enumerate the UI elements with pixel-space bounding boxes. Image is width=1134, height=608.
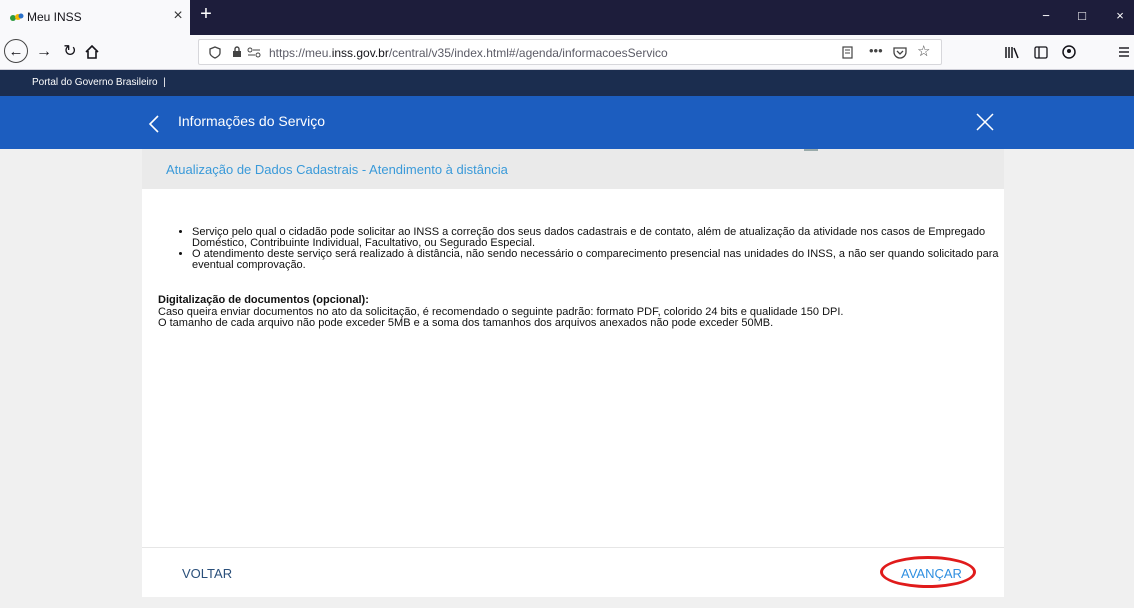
voltar-button[interactable]: VOLTAR	[182, 566, 232, 581]
permissions-icon[interactable]	[247, 47, 261, 58]
forward-arrow-icon[interactable]: →	[32, 40, 56, 64]
reader-view-icon[interactable]	[842, 46, 853, 59]
url-text[interactable]: https://meu.inss.gov.br/central/v35/inde…	[269, 46, 668, 60]
pocket-icon[interactable]	[893, 46, 907, 59]
service-title: Atualização de Dados Cadastrais - Atendi…	[166, 162, 508, 177]
list-item: O atendimento deste serviço será realiza…	[192, 249, 1000, 271]
navigation-toolbar: ← → ↻ https://meu.inss.gov.br/central/v3…	[0, 35, 1134, 70]
list-item: Serviço pelo qual o cidadão pode solicit…	[192, 227, 1000, 249]
back-arrow-icon[interactable]: ←	[4, 39, 28, 63]
card-header: Atualização de Dados Cadastrais - Atendi…	[142, 149, 1004, 189]
lock-icon[interactable]	[232, 46, 242, 58]
menu-icon[interactable]	[1118, 46, 1130, 58]
card-footer: VOLTAR AVANÇAR	[142, 547, 1004, 598]
tab-title: Meu INSS	[27, 10, 82, 24]
gov-bar: Portal do Governo Brasileiro |	[0, 70, 1134, 96]
digitalization-text: O tamanho de cada arquivo não pode exced…	[158, 317, 774, 329]
avancar-button[interactable]: AVANÇAR	[880, 556, 976, 588]
inss-favicon-icon	[10, 13, 24, 21]
service-description-list: Serviço pelo qual o cidadão pode solicit…	[178, 227, 1000, 271]
tab-close-icon[interactable]: ×	[170, 7, 186, 25]
close-icon[interactable]	[976, 113, 994, 131]
account-icon[interactable]	[1062, 45, 1076, 59]
header-marker	[804, 149, 818, 151]
browser-tab[interactable]: Meu INSS ×	[0, 0, 190, 35]
url-bar[interactable]: https://meu.inss.gov.br/central/v35/inde…	[198, 39, 942, 65]
page-header: Informações do Serviço	[0, 96, 1134, 149]
new-tab-button[interactable]: +	[196, 3, 216, 26]
back-chevron-icon[interactable]	[148, 115, 160, 133]
restore-button[interactable]: □	[1072, 8, 1092, 23]
reload-icon[interactable]: ↻	[58, 40, 82, 64]
digitalization-heading: Digitalização de documentos (opcional):	[158, 294, 369, 306]
minimize-button[interactable]: −	[1036, 8, 1056, 23]
close-window-button[interactable]: ×	[1110, 8, 1130, 23]
page-title: Informações do Serviço	[178, 113, 326, 129]
page-actions-icon[interactable]: •••	[869, 43, 883, 58]
avancar-label: AVANÇAR	[901, 566, 962, 581]
home-icon[interactable]	[85, 45, 99, 59]
sidebar-icon[interactable]	[1034, 46, 1048, 59]
bookmark-star-icon[interactable]: ☆	[917, 42, 930, 60]
gov-portal-link[interactable]: Portal do Governo Brasileiro |	[32, 77, 166, 88]
shield-icon[interactable]	[209, 46, 221, 59]
tab-strip: Meu INSS × + − □ ×	[0, 0, 1134, 35]
service-info-card: Atualização de Dados Cadastrais - Atendi…	[142, 149, 1004, 597]
library-icon[interactable]	[1004, 46, 1020, 59]
